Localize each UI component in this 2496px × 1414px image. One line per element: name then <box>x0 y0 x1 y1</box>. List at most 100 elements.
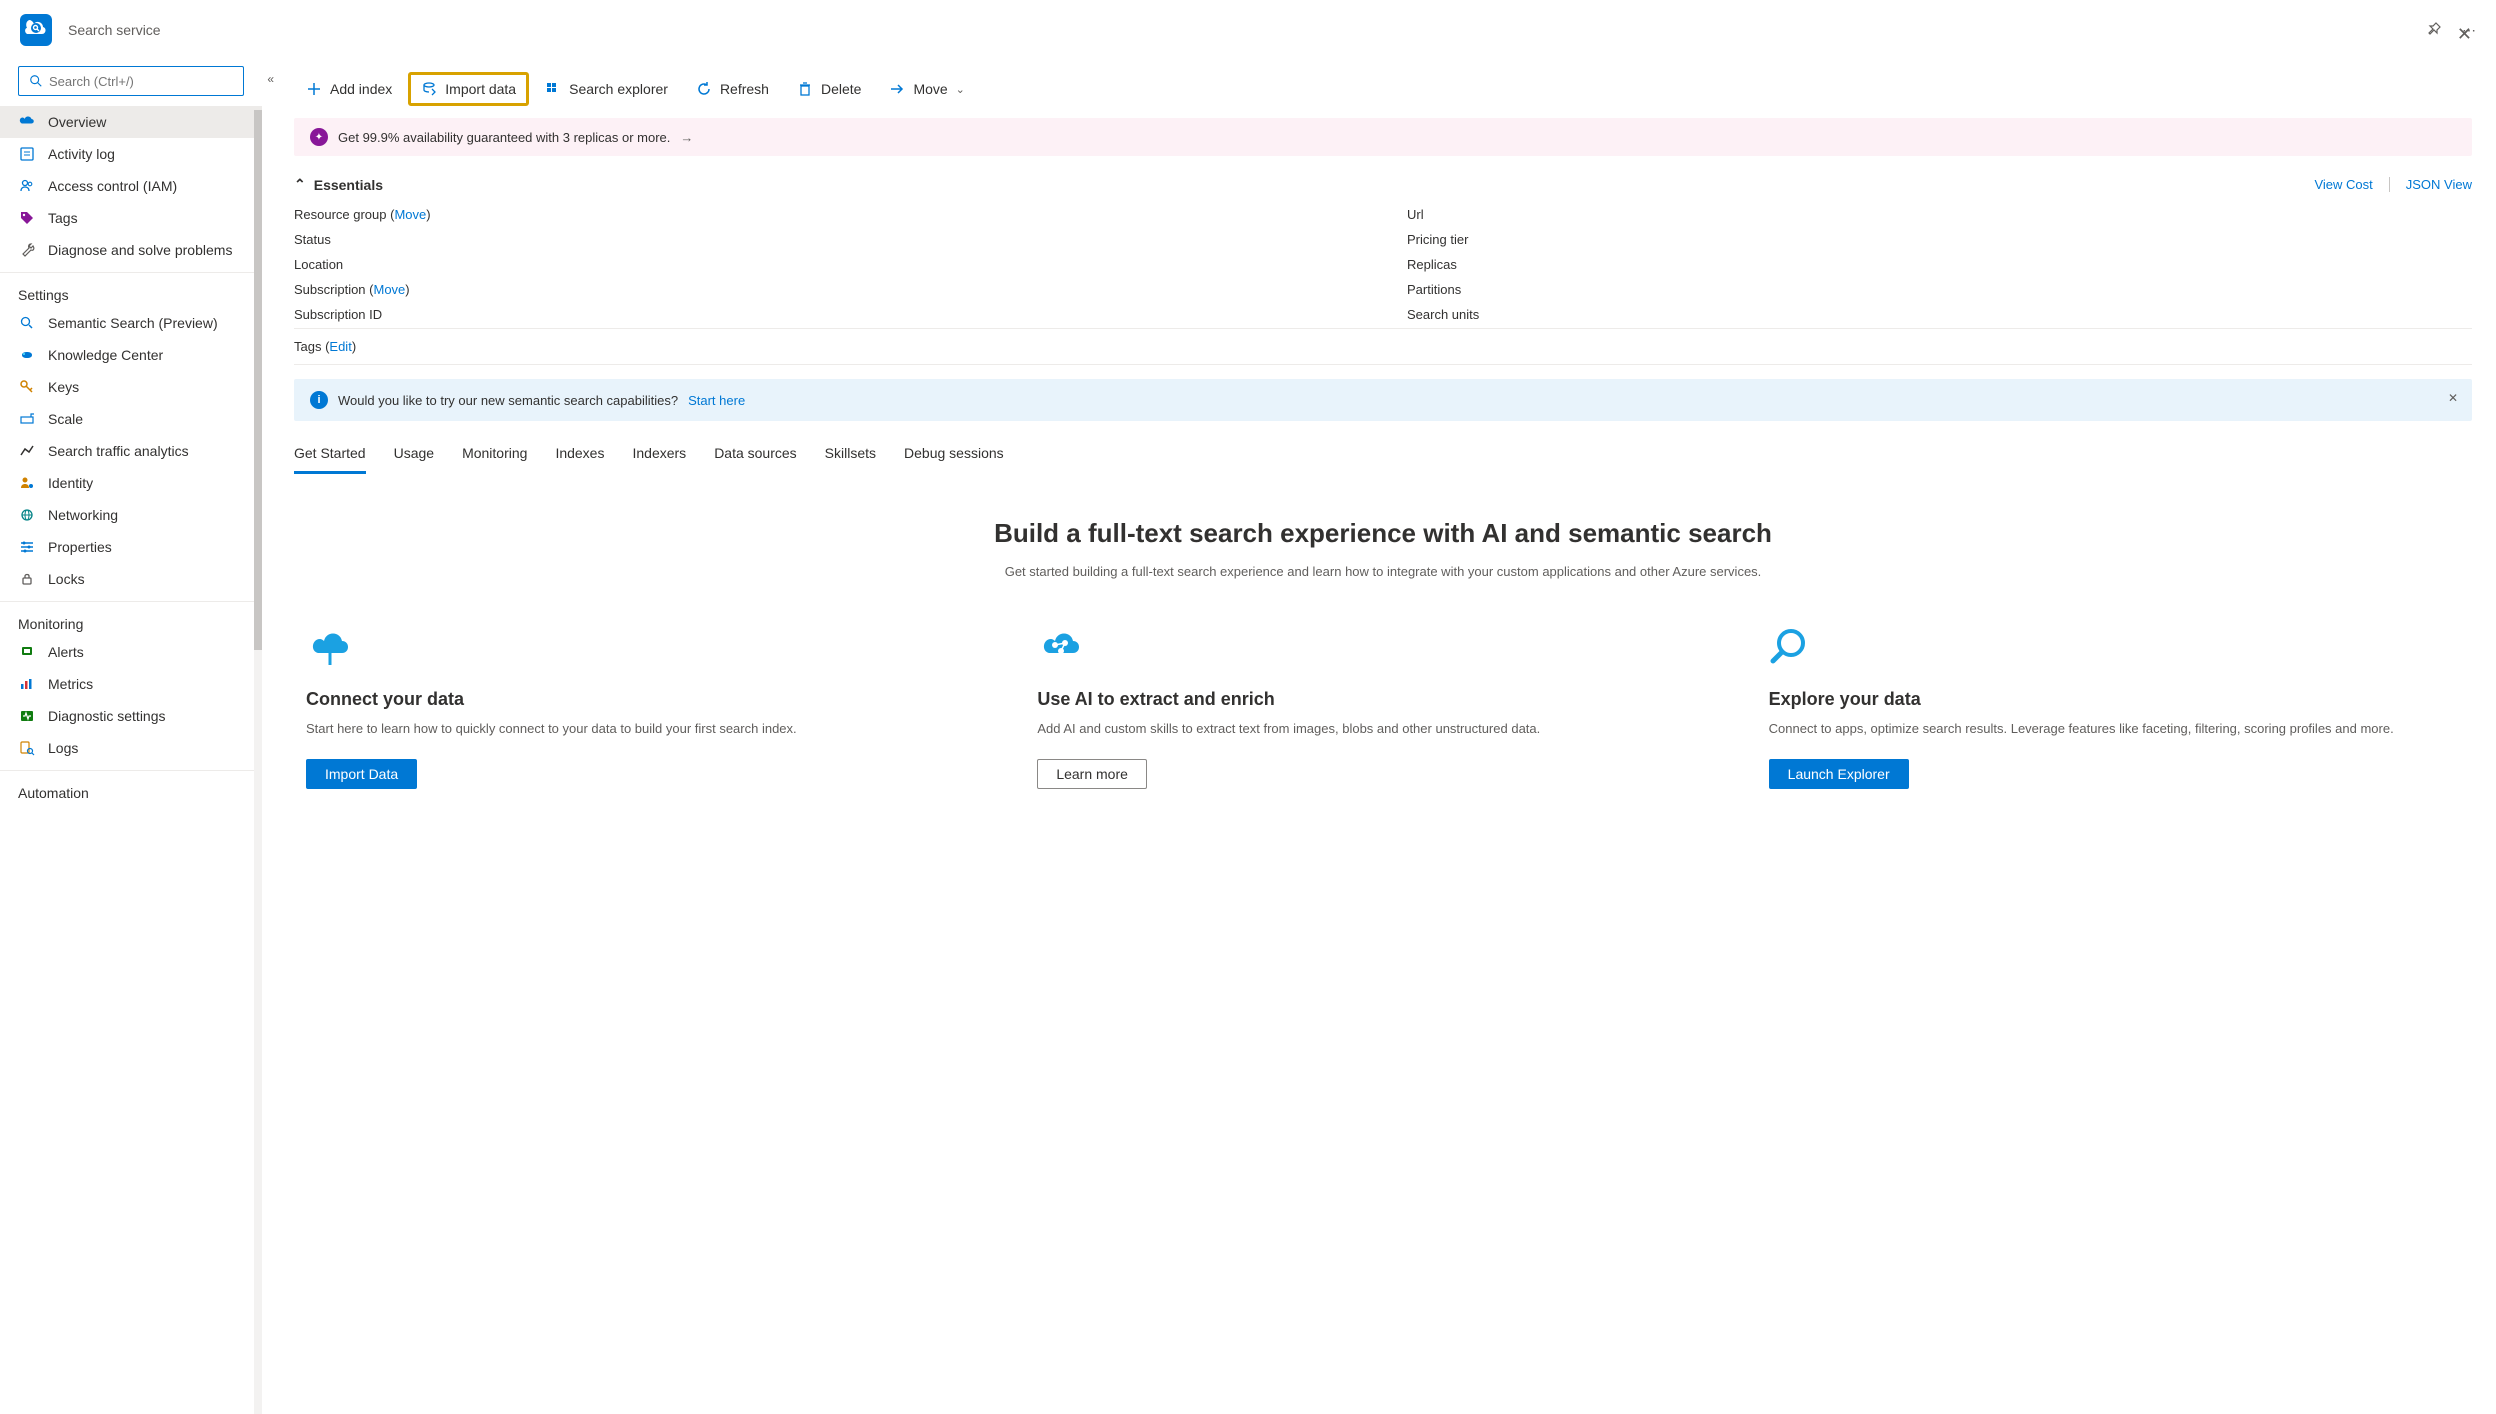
nav-access-control[interactable]: Access control (IAM) <box>0 170 262 202</box>
activity-log-icon <box>18 145 36 163</box>
cloud-upload-icon <box>306 625 354 673</box>
search-input[interactable] <box>45 74 235 89</box>
availability-banner: ✦ Get 99.9% availability guaranteed with… <box>294 118 2472 156</box>
cloud-ai-icon <box>1037 625 1085 673</box>
hero-subtitle: Get started building a full-text search … <box>294 563 2472 581</box>
view-cost-link[interactable]: View Cost <box>2314 177 2372 192</box>
nav-diagnose[interactable]: Diagnose and solve problems <box>0 234 262 266</box>
trash-icon <box>797 81 813 97</box>
delete-button[interactable]: Delete <box>785 75 873 103</box>
btn-label: Search explorer <box>569 81 668 97</box>
card-desc: Add AI and custom skills to extract text… <box>1037 720 1728 739</box>
nav-label: Knowledge Center <box>48 347 163 363</box>
banner-text: Would you like to try our new semantic s… <box>338 393 678 408</box>
nav-label: Activity log <box>48 146 115 162</box>
nav-label: Diagnostic settings <box>48 708 166 724</box>
nav-logs[interactable]: Logs <box>0 732 262 764</box>
refresh-icon <box>696 81 712 97</box>
nav-identity[interactable]: Identity <box>0 467 262 499</box>
nav-label: Scale <box>48 411 83 427</box>
hero: Build a full-text search experience with… <box>294 518 2472 581</box>
cloud-search-icon <box>18 113 36 131</box>
start-here-link[interactable]: Start here <box>688 393 745 408</box>
tab-skillsets[interactable]: Skillsets <box>825 437 876 474</box>
json-view-link[interactable]: JSON View <box>2406 177 2472 192</box>
tab-get-started[interactable]: Get Started <box>294 437 366 474</box>
nav-knowledge-center[interactable]: Knowledge Center <box>0 339 262 371</box>
grid-icon <box>545 81 561 97</box>
hero-title: Build a full-text search experience with… <box>294 518 2472 549</box>
tab-indexers[interactable]: Indexers <box>632 437 686 474</box>
properties-icon <box>18 538 36 556</box>
nav-metrics[interactable]: Metrics <box>0 668 262 700</box>
location-row: Location <box>294 257 1359 272</box>
banner-text: Get 99.9% availability guaranteed with 3… <box>338 130 670 145</box>
essentials-title: Essentials <box>314 177 383 193</box>
magnifier-icon <box>1769 625 1817 673</box>
section-automation: Automation <box>0 770 262 805</box>
edit-tags-link[interactable]: Edit <box>329 339 351 354</box>
section-monitoring: Monitoring <box>0 601 262 636</box>
nav-keys[interactable]: Keys <box>0 371 262 403</box>
main-content: Add index Import data Search explorer Re… <box>262 60 2496 1414</box>
tab-indexes[interactable]: Indexes <box>555 437 604 474</box>
tab-debug-sessions[interactable]: Debug sessions <box>904 437 1004 474</box>
card-connect: Connect your data Start here to learn ho… <box>306 625 997 789</box>
import-data-card-button[interactable]: Import Data <box>306 759 417 789</box>
nav-scale[interactable]: Scale <box>0 403 262 435</box>
card-desc: Start here to learn how to quickly conne… <box>306 720 997 739</box>
nav-locks[interactable]: Locks <box>0 563 262 595</box>
subscription-id-row: Subscription ID <box>294 307 1359 322</box>
learn-more-button[interactable]: Learn more <box>1037 759 1147 789</box>
nav-label: Properties <box>48 539 112 555</box>
btn-label: Refresh <box>720 81 769 97</box>
nav-networking[interactable]: Networking <box>0 499 262 531</box>
networking-icon <box>18 506 36 524</box>
url-row: Url <box>1407 207 2472 222</box>
section-settings: Settings <box>0 272 262 307</box>
nav-overview[interactable]: Overview <box>0 106 262 138</box>
subscription-row: Subscription (Move) <box>294 282 1359 297</box>
header: Search service ⋯ ✕ <box>0 0 2496 60</box>
pin-icon[interactable] <box>2426 21 2442 40</box>
tab-data-sources[interactable]: Data sources <box>714 437 796 474</box>
sidebar-scrollbar[interactable] <box>254 110 262 1414</box>
nav-diagnostic-settings[interactable]: Diagnostic settings <box>0 700 262 732</box>
import-data-button[interactable]: Import data <box>408 72 529 106</box>
card-title: Connect your data <box>306 689 997 710</box>
nav-properties[interactable]: Properties <box>0 531 262 563</box>
logs-icon <box>18 739 36 757</box>
btn-label: Delete <box>821 81 861 97</box>
sidebar-search[interactable] <box>18 66 244 96</box>
nav-traffic-analytics[interactable]: Search traffic analytics <box>0 435 262 467</box>
plus-icon <box>306 81 322 97</box>
btn-label: Import data <box>445 81 516 97</box>
close-icon[interactable]: ✕ <box>2448 391 2458 405</box>
close-icon[interactable]: ✕ <box>2457 24 2472 45</box>
nav-tags[interactable]: Tags <box>0 202 262 234</box>
arrow-right-icon[interactable]: → <box>680 130 693 145</box>
collapse-sidebar-icon[interactable]: « <box>267 72 274 86</box>
move-link[interactable]: Move <box>394 207 426 222</box>
move-link[interactable]: Move <box>373 282 405 297</box>
move-button[interactable]: Move ⌄ <box>877 75 976 103</box>
resource-group-row: Resource group (Move) <box>294 207 1359 222</box>
nav-label: Locks <box>48 571 85 587</box>
essentials-toggle[interactable]: ⌃ Essentials <box>294 176 383 193</box>
tab-monitoring[interactable]: Monitoring <box>462 437 527 474</box>
card-ai: Use AI to extract and enrich Add AI and … <box>1037 625 1728 789</box>
nav-semantic-search[interactable]: Semantic Search (Preview) <box>0 307 262 339</box>
card-desc: Connect to apps, optimize search results… <box>1769 720 2460 739</box>
tab-usage[interactable]: Usage <box>394 437 434 474</box>
refresh-button[interactable]: Refresh <box>684 75 781 103</box>
add-index-button[interactable]: Add index <box>294 75 404 103</box>
import-icon <box>421 81 437 97</box>
key-icon <box>18 378 36 396</box>
nav-alerts[interactable]: Alerts <box>0 636 262 668</box>
arrow-right-icon <box>889 81 905 97</box>
search-explorer-button[interactable]: Search explorer <box>533 75 680 103</box>
analytics-icon <box>18 442 36 460</box>
launch-explorer-button[interactable]: Launch Explorer <box>1769 759 1909 789</box>
nav-activity-log[interactable]: Activity log <box>0 138 262 170</box>
cards: Connect your data Start here to learn ho… <box>294 625 2472 789</box>
